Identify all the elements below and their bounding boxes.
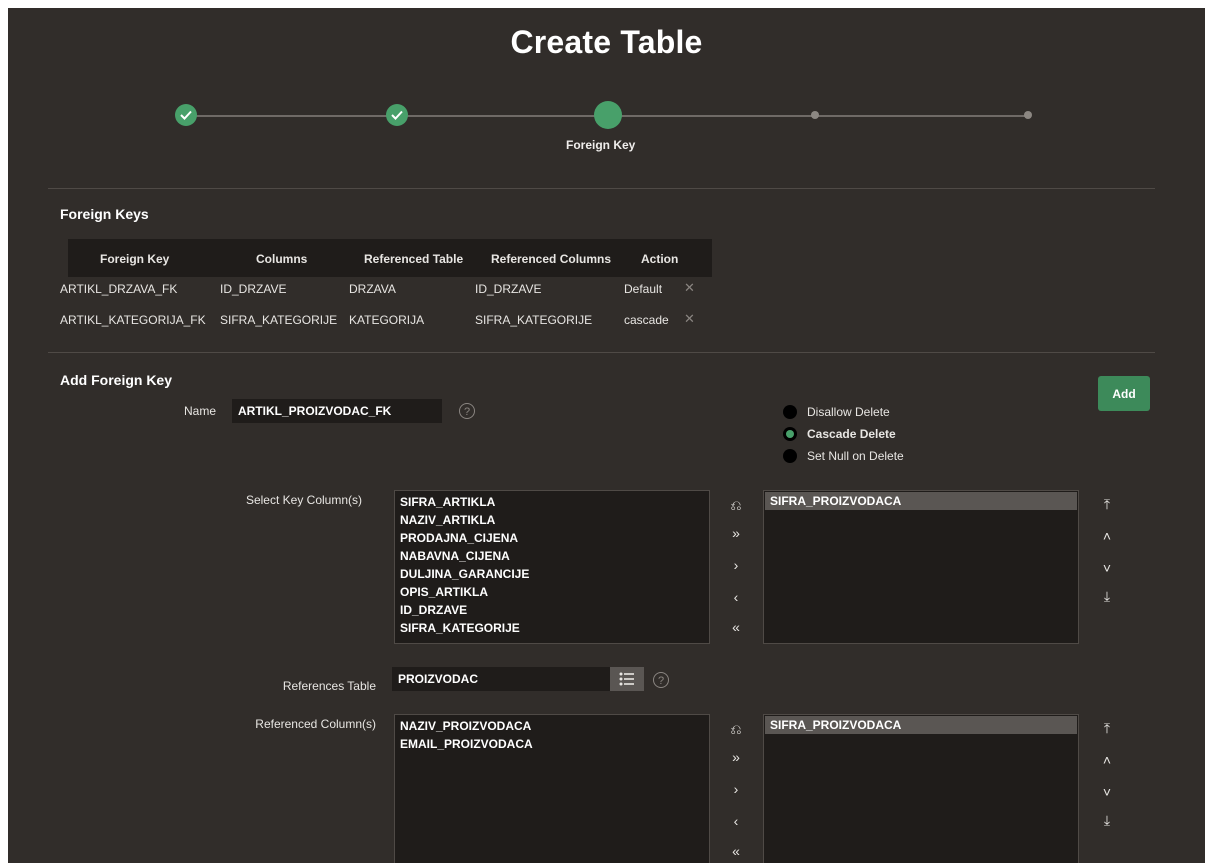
- wizard-step-4: [811, 111, 819, 119]
- fk-name: ARTIKL_DRZAVA_FK: [60, 282, 178, 296]
- col-header-referenced-table: Referenced Table: [364, 252, 464, 266]
- move-left-icon[interactable]: ‹: [727, 812, 745, 830]
- radio-circle[interactable]: [783, 405, 797, 419]
- list-item[interactable]: DULJINA_GARANCIJE: [395, 565, 709, 583]
- radio-label: Set Null on Delete: [807, 449, 904, 463]
- move-up-icon[interactable]: ˄: [1097, 750, 1117, 770]
- help-icon[interactable]: ?: [459, 403, 475, 419]
- move-up-icon[interactable]: ˄: [1097, 526, 1117, 546]
- referenced-columns-label: Referenced Column(s): [255, 717, 376, 731]
- list-item[interactable]: NAZIV_ARTIKLA: [395, 511, 709, 529]
- move-all-right-icon[interactable]: »: [727, 524, 745, 542]
- list-item[interactable]: OPIS_ARTIKLA: [395, 583, 709, 601]
- create-table-panel: Create Table Foreign Key Foreign Keys Fo…: [8, 8, 1205, 863]
- move-all-right-icon[interactable]: »: [727, 748, 745, 766]
- move-all-left-icon[interactable]: «: [727, 618, 745, 636]
- move-left-icon[interactable]: ‹: [727, 588, 745, 606]
- list-icon: [619, 672, 634, 686]
- references-table-input[interactable]: PROIZVODAC: [392, 667, 610, 691]
- move-top-icon[interactable]: ⤒: [1097, 494, 1117, 514]
- wizard-current-step-label: Foreign Key: [566, 138, 636, 152]
- fk-columns: ID_DRZAVE: [220, 282, 287, 296]
- wizard-step-2-done: [386, 104, 408, 126]
- key-columns-available-list[interactable]: SIFRA_ARTIKLA NAZIV_ARTIKLA PRODAJNA_CIJ…: [394, 490, 710, 644]
- move-all-left-icon[interactable]: «: [727, 842, 745, 860]
- name-input[interactable]: ARTIKL_PROIZVODAC_FK: [232, 399, 442, 423]
- list-item[interactable]: NABAVNA_CIJENA: [395, 547, 709, 565]
- list-item[interactable]: ID_DRZAVE: [395, 601, 709, 619]
- list-item[interactable]: SIFRA_PROIZVODACA: [765, 492, 1077, 510]
- list-item[interactable]: SIFRA_ARTIKLA: [395, 493, 709, 511]
- delete-icon[interactable]: ✕: [684, 311, 695, 327]
- radio-circle[interactable]: [783, 449, 797, 463]
- reset-icon[interactable]: ⎌: [727, 496, 745, 514]
- add-foreign-key-title: Add Foreign Key: [60, 372, 173, 388]
- list-of-values-button[interactable]: [610, 667, 644, 691]
- fk-columns: SIFRA_KATEGORIJE: [220, 313, 338, 327]
- check-icon: [180, 110, 192, 120]
- delete-icon[interactable]: ✕: [684, 280, 695, 296]
- name-label: Name: [183, 404, 216, 418]
- radio-circle-selected[interactable]: [783, 427, 797, 441]
- wizard-step-1-done: [175, 104, 197, 126]
- col-header-foreign-key: Foreign Key: [100, 252, 170, 266]
- move-top-icon[interactable]: ⤒: [1097, 718, 1117, 738]
- references-table-label: References Table: [282, 679, 376, 693]
- fk-ref-columns: ID_DRZAVE: [475, 282, 542, 296]
- radio-cascade-delete[interactable]: Cascade Delete: [783, 427, 896, 441]
- referenced-columns-selected-list[interactable]: SIFRA_PROIZVODACA: [763, 714, 1079, 863]
- fk-ref-table: KATEGORIJA: [349, 313, 425, 327]
- fk-table-header: Foreign Key Columns Referenced Table Ref…: [68, 239, 712, 277]
- list-item[interactable]: NAZIV_PROIZVODACA: [395, 717, 709, 735]
- list-item[interactable]: SIFRA_PROIZVODACA: [765, 716, 1077, 734]
- fk-ref-table: DRZAVA: [349, 282, 396, 296]
- page-title: Create Table: [510, 24, 703, 60]
- key-columns-label: Select Key Column(s): [245, 493, 362, 507]
- wizard-step-current: [594, 101, 622, 129]
- wizard-step-5: [1024, 111, 1032, 119]
- key-columns-selected-list[interactable]: SIFRA_PROIZVODACA: [763, 490, 1079, 644]
- list-item[interactable]: PRODAJNA_CIJENA: [395, 529, 709, 547]
- move-bottom-icon[interactable]: ⤓: [1097, 586, 1117, 606]
- move-right-icon[interactable]: ›: [727, 556, 745, 574]
- list-item[interactable]: EMAIL_PROIZVODACA: [395, 735, 709, 753]
- divider: [48, 352, 1155, 353]
- foreign-keys-title: Foreign Keys: [60, 206, 149, 222]
- add-button[interactable]: Add: [1098, 376, 1150, 411]
- move-down-icon[interactable]: ˅: [1097, 558, 1117, 578]
- col-header-columns: Columns: [256, 252, 308, 266]
- radio-label: Disallow Delete: [807, 405, 890, 419]
- list-item[interactable]: SIFRA_KATEGORIJE: [395, 619, 709, 637]
- fk-ref-columns: SIFRA_KATEGORIJE: [475, 313, 593, 327]
- check-icon: [391, 110, 403, 120]
- move-bottom-icon[interactable]: ⤓: [1097, 810, 1117, 830]
- divider: [48, 188, 1155, 189]
- reset-icon[interactable]: ⎌: [727, 720, 745, 738]
- move-down-icon[interactable]: ˅: [1097, 782, 1117, 802]
- fk-action: cascade: [624, 313, 669, 327]
- fk-action: Default: [624, 282, 663, 296]
- move-right-icon[interactable]: ›: [727, 780, 745, 798]
- col-header-action: Action: [641, 252, 679, 266]
- radio-disallow-delete[interactable]: Disallow Delete: [783, 405, 890, 419]
- referenced-columns-available-list[interactable]: NAZIV_PROIZVODACA EMAIL_PROIZVODACA: [394, 714, 710, 863]
- fk-name: ARTIKL_KATEGORIJA_FK: [60, 313, 206, 327]
- col-header-referenced-columns: Referenced Columns: [491, 252, 612, 266]
- radio-label: Cascade Delete: [807, 427, 896, 441]
- radio-set-null-on-delete[interactable]: Set Null on Delete: [783, 449, 904, 463]
- help-icon[interactable]: ?: [653, 672, 669, 688]
